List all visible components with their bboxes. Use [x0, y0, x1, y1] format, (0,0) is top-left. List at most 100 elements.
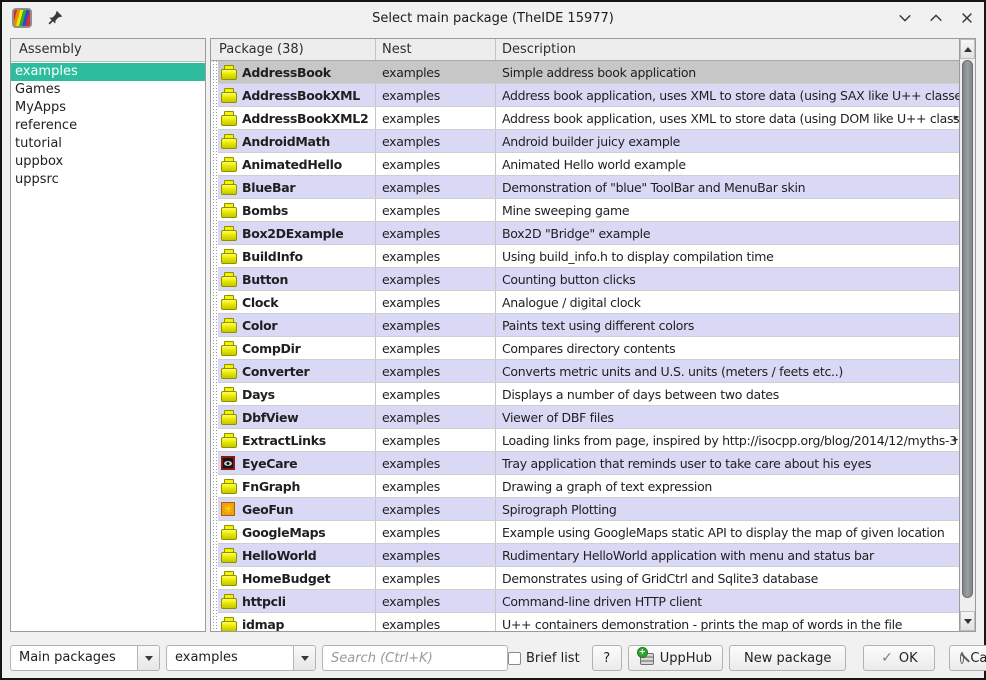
package-description: Displays a number of days between two da…: [496, 383, 959, 405]
package-icon: [220, 386, 236, 402]
package-icon: [220, 156, 236, 172]
package-nest: examples: [376, 245, 496, 267]
table-row[interactable]: DbfView examples Viewer of DBF files: [211, 406, 959, 429]
scrollbar-thumb[interactable]: [962, 60, 973, 598]
upphub-button[interactable]: UppHub: [628, 645, 723, 671]
package-nest: examples: [376, 590, 496, 612]
search-input[interactable]: [322, 645, 508, 671]
package-description: Demonstrates using of GridCtrl and Sqlit…: [496, 567, 959, 589]
column-header-nest[interactable]: Nest: [376, 39, 496, 60]
package-description: U++ containers demonstration - prints th…: [496, 613, 959, 631]
table-row[interactable]: ExtractLinks examples Loading links from…: [211, 429, 959, 452]
package-description: Command-line driven HTTP client: [496, 590, 959, 612]
select-main-package-dialog: Select main package (TheIDE 15977) Assem…: [0, 0, 986, 680]
table-row[interactable]: Box2DExample examples Box2D "Bridge" exa…: [211, 222, 959, 245]
cancel-button[interactable]: Cancel: [949, 645, 986, 671]
package-nest: examples: [376, 107, 496, 129]
package-name: httpcli: [242, 594, 286, 609]
table-row[interactable]: AndroidMath examples Android builder jui…: [211, 130, 959, 153]
upphub-label: UppHub: [660, 651, 712, 666]
pushpin-icon[interactable]: [46, 9, 64, 27]
table-row[interactable]: EyeCare examples Tray application that r…: [211, 452, 959, 475]
package-nest: examples: [376, 222, 496, 244]
upp-logo-icon: [12, 8, 32, 28]
main-packages-select[interactable]: Main packages: [10, 645, 160, 671]
help-button[interactable]: ?: [592, 645, 622, 671]
package-description: Simple address book application: [496, 61, 959, 83]
table-row[interactable]: Clock examples Analogue / digital clock: [211, 291, 959, 314]
table-row[interactable]: idmap examples U++ containers demonstrat…: [211, 613, 959, 631]
assembly-item[interactable]: Games: [11, 81, 205, 99]
table-row[interactable]: HomeBudget examples Demonstrates using o…: [211, 567, 959, 590]
close-window-icon[interactable]: [959, 11, 974, 26]
table-row[interactable]: AnimatedHello examples Animated Hello wo…: [211, 153, 959, 176]
ok-button[interactable]: ✓ OK: [863, 645, 935, 671]
assembly-item[interactable]: uppbox: [11, 153, 205, 171]
package-name: GoogleMaps: [242, 525, 325, 540]
shade-window-icon[interactable]: [897, 11, 912, 26]
brief-list-checkbox-group[interactable]: Brief list: [508, 651, 580, 666]
vertical-scrollbar[interactable]: [959, 39, 975, 631]
package-icon: [220, 248, 236, 264]
package-nest: examples: [376, 268, 496, 290]
assembly-item[interactable]: MyApps: [11, 99, 205, 117]
scroll-up-button[interactable]: [960, 39, 975, 59]
package-name: AddressBookXML: [242, 88, 360, 103]
package-nest: examples: [376, 544, 496, 566]
main-packages-select-value: Main packages: [11, 646, 137, 670]
dropdown-button[interactable]: [137, 646, 159, 670]
window-title: Select main package (TheIDE 15977): [2, 11, 984, 26]
package-nest: examples: [376, 314, 496, 336]
table-row[interactable]: Color examples Paints text using differe…: [211, 314, 959, 337]
table-row[interactable]: BuildInfo examples Using build_info.h to…: [211, 245, 959, 268]
package-icon: [220, 409, 236, 425]
cancel-circle-icon: [960, 652, 964, 664]
package-name: DbfView: [242, 410, 298, 425]
cancel-label: Cancel: [970, 651, 986, 666]
package-nest: examples: [376, 567, 496, 589]
table-row[interactable]: AddressBookXML2 examples Address book ap…: [211, 107, 959, 130]
package-name: Bombs: [242, 203, 288, 218]
package-description: Demonstration of "blue" ToolBar and Menu…: [496, 176, 959, 198]
package-icon: [220, 593, 236, 609]
assembly-item[interactable]: tutorial: [11, 135, 205, 153]
table-row[interactable]: Button examples Counting button clicks: [211, 268, 959, 291]
new-package-button[interactable]: New package: [729, 645, 846, 671]
package-name: Days: [242, 387, 275, 402]
brief-list-label: Brief list: [526, 651, 580, 666]
maximize-window-icon[interactable]: [928, 11, 943, 26]
table-row[interactable]: FnGraph examples Drawing a graph of text…: [211, 475, 959, 498]
table-row[interactable]: httpcli examples Command-line driven HTT…: [211, 590, 959, 613]
assembly-item[interactable]: reference: [11, 117, 205, 135]
table-row[interactable]: GoogleMaps examples Example using Google…: [211, 521, 959, 544]
brief-list-checkbox[interactable]: [508, 652, 521, 665]
package-name: Box2DExample: [242, 226, 343, 241]
table-row[interactable]: CompDir examples Compares directory cont…: [211, 337, 959, 360]
package-nest: examples: [376, 383, 496, 405]
table-row[interactable]: BlueBar examples Demonstration of "blue"…: [211, 176, 959, 199]
row-grip-strip: [211, 61, 218, 631]
assembly-item[interactable]: uppsrc: [11, 171, 205, 189]
package-icon: [220, 64, 236, 80]
assembly-item[interactable]: examples: [11, 63, 205, 81]
table-row[interactable]: AddressBook examples Simple address book…: [211, 61, 959, 84]
scroll-down-button[interactable]: [960, 611, 975, 631]
table-row[interactable]: Bombs examples Mine sweeping game: [211, 199, 959, 222]
column-header-package[interactable]: Package (38): [211, 39, 376, 60]
table-row[interactable]: Days examples Displays a number of days …: [211, 383, 959, 406]
package-icon: [220, 524, 236, 540]
package-description: Animated Hello world example: [496, 153, 959, 175]
table-row[interactable]: Converter examples Converts metric units…: [211, 360, 959, 383]
dropdown-button[interactable]: [293, 646, 315, 670]
package-name: AddressBook: [242, 65, 331, 80]
table-row[interactable]: GeoFun examples Spirograph Plotting: [211, 498, 959, 521]
table-row[interactable]: HelloWorld examples Rudimentary HelloWor…: [211, 544, 959, 567]
column-header-description[interactable]: Description: [496, 39, 959, 60]
assembly-select[interactable]: examples: [166, 645, 316, 671]
table-row[interactable]: AddressBookXML examples Address book app…: [211, 84, 959, 107]
package-nest: examples: [376, 521, 496, 543]
package-name: AnimatedHello: [242, 157, 342, 172]
package-description: Box2D "Bridge" example: [496, 222, 959, 244]
package-nest: examples: [376, 337, 496, 359]
package-description: Using build_info.h to display compilatio…: [496, 245, 959, 267]
